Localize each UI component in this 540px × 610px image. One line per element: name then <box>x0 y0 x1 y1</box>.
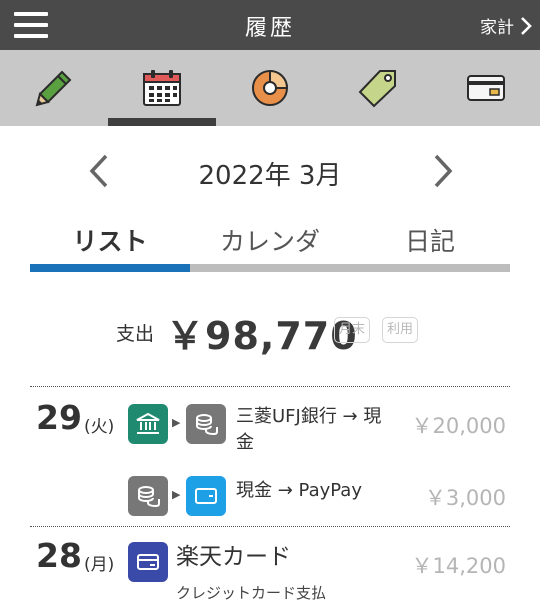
usage-badge[interactable]: 利用 <box>382 317 419 343</box>
arrow-right-icon: ▶ <box>172 488 181 501</box>
expense-label: 支出 <box>116 323 155 345</box>
app-bar: 履歴 家計 <box>0 0 540 50</box>
next-month-button[interactable] <box>428 153 458 189</box>
day-of-week: (月) <box>84 555 115 575</box>
transfer-description: 三菱UFJ銀行 → 現 金 <box>236 404 381 456</box>
transfer-description: 現金 → PayPay <box>236 480 362 501</box>
household-link[interactable]: 家計 <box>480 13 532 38</box>
active-tab-indicator <box>108 118 216 126</box>
item-amount: ￥20,000 <box>411 414 506 438</box>
current-month-label: 2022年 3月 <box>198 161 342 191</box>
item-amount: ￥14,200 <box>411 554 506 578</box>
tab-input[interactable] <box>0 50 108 126</box>
card-icon <box>467 75 505 101</box>
view-tabs: リスト カレンダ 日記 <box>30 218 510 274</box>
item-amount: ￥3,000 <box>424 486 506 510</box>
tab-selected-indicator <box>30 264 190 272</box>
pencil-icon <box>35 70 72 107</box>
arrow-right-icon: ▶ <box>172 416 181 429</box>
bank-icon <box>128 404 168 444</box>
calendar-icon <box>143 70 181 106</box>
tab-account[interactable] <box>432 50 540 126</box>
tab-category[interactable] <box>324 50 432 126</box>
wallet-icon <box>186 476 226 516</box>
tag-icon <box>358 70 396 108</box>
tab-diary[interactable]: 日記 <box>350 222 510 258</box>
expense-total: ￥98,770 <box>166 314 358 358</box>
divider <box>30 526 510 527</box>
tab-history[interactable] <box>108 50 216 126</box>
expense-summary: 支出 ￥98,770 月末 利用 <box>0 305 540 358</box>
item-subtitle: クレジットカード支払 <box>176 584 327 602</box>
transfer-description-line1: 三菱UFJ銀行 → 現 <box>236 406 382 427</box>
day-number: 29 <box>36 398 82 437</box>
coins-icon <box>128 476 168 516</box>
month-end-badge[interactable]: 月末 <box>334 317 371 343</box>
household-link-label: 家計 <box>480 18 514 38</box>
month-navigator: 2022年 3月 <box>0 145 540 197</box>
tab-list[interactable]: リスト <box>30 222 190 258</box>
icon-tab-bar <box>0 50 540 126</box>
transfer-description-line2: 金 <box>236 432 254 453</box>
credit-card-icon <box>128 542 168 582</box>
tab-report[interactable] <box>216 50 324 126</box>
chevron-right-icon <box>434 154 453 188</box>
pie-chart-icon <box>252 69 289 106</box>
tab-calendar[interactable]: カレンダ <box>190 222 350 258</box>
item-title: 楽天カード <box>176 544 291 570</box>
chevron-right-icon <box>521 16 532 35</box>
coins-icon <box>186 404 226 444</box>
divider <box>30 386 510 387</box>
day-number: 28 <box>36 536 82 575</box>
day-of-week: (火) <box>84 417 115 437</box>
page-title: 履歴 <box>244 16 295 41</box>
